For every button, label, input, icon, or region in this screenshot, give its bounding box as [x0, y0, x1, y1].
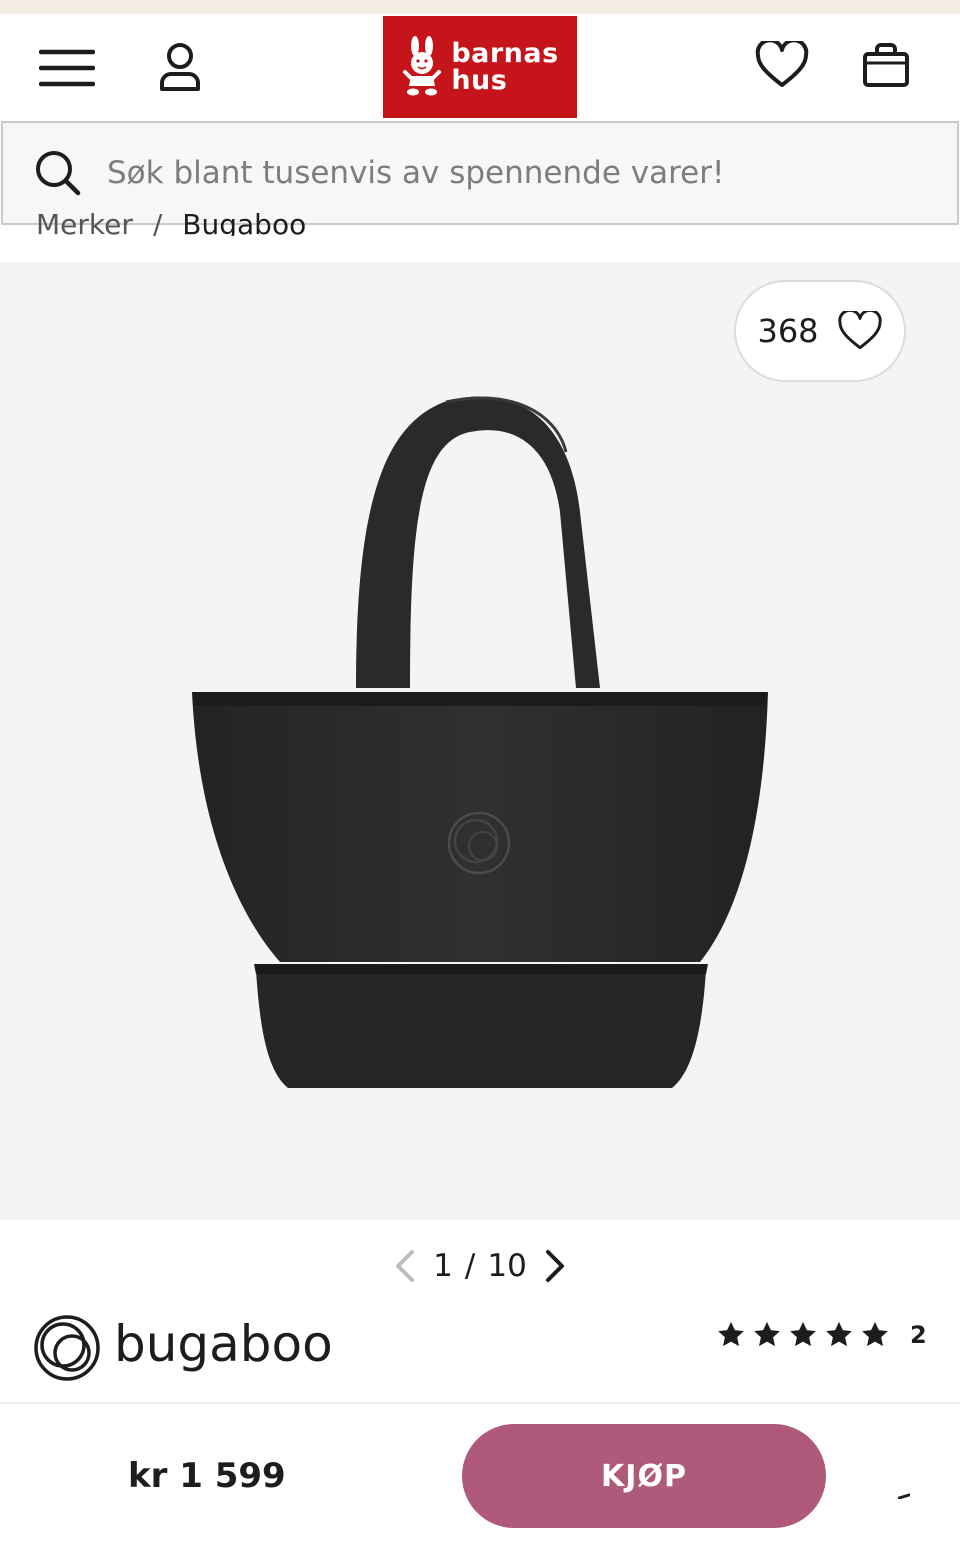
brand-name: bugaboo [114, 1315, 333, 1373]
shopping-bag-icon[interactable] [858, 36, 914, 92]
breadcrumb-item-merker[interactable]: Merker [36, 208, 133, 236]
menu-icon[interactable] [36, 44, 98, 92]
star-icon [826, 1321, 852, 1347]
brand-logo[interactable]: bugaboo [32, 1312, 372, 1386]
chevron-right-icon [545, 1250, 564, 1282]
pager-separator: / [464, 1248, 476, 1284]
star-icon [718, 1321, 744, 1347]
logo-text: barnas hus [451, 40, 558, 94]
search-icon[interactable] [33, 148, 83, 198]
favorite-count-button[interactable]: 368 [734, 280, 906, 382]
site-logo[interactable]: barnas hus [383, 16, 577, 118]
breadcrumb-separator: / [152, 208, 163, 236]
top-strip [0, 0, 960, 14]
logo-text-line1: barnas [451, 38, 559, 69]
gallery-pager: 1 / 10 [380, 1240, 580, 1292]
product-image[interactable] [180, 392, 780, 1102]
heart-icon [837, 311, 882, 350]
previous-image-button[interactable] [389, 1246, 421, 1286]
buy-button[interactable]: KJØP [462, 1424, 826, 1528]
star-icon [862, 1321, 888, 1347]
rabbit-logo-icon [403, 36, 442, 96]
breadcrumb-item-bugaboo[interactable]: Bugaboo [182, 208, 306, 236]
favorite-count: 368 [757, 312, 819, 350]
star-icon [790, 1321, 816, 1347]
scroll-indicator-icon [898, 1493, 910, 1499]
pager-current: 1 [433, 1248, 453, 1284]
search-input[interactable] [107, 155, 907, 191]
user-icon[interactable] [152, 38, 208, 96]
review-count: 2 [910, 1321, 927, 1349]
next-image-button[interactable] [539, 1246, 571, 1286]
star-icon [754, 1321, 780, 1347]
logo-text-line2: hus [451, 65, 508, 96]
heart-icon[interactable] [752, 38, 812, 92]
product-rating[interactable]: 2 [716, 1320, 927, 1350]
breadcrumb: Merker / Bugaboo [36, 206, 306, 236]
product-price: kr 1 599 [128, 1456, 286, 1496]
chevron-left-icon [396, 1250, 415, 1282]
pager-total: 10 [487, 1248, 527, 1284]
